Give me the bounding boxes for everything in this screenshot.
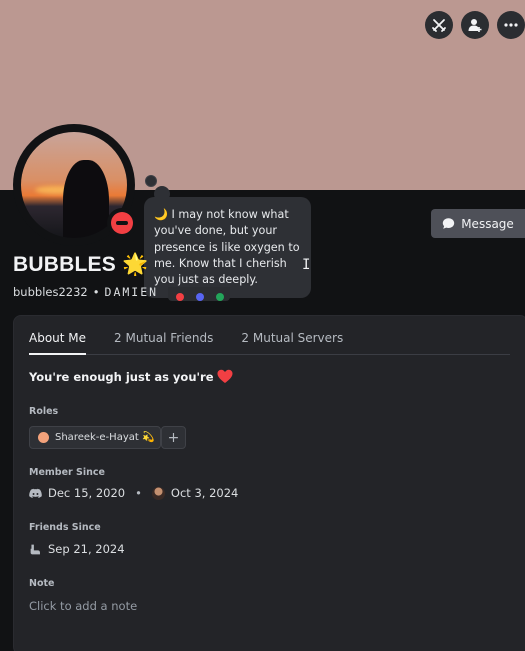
username[interactable]: bubbles2232 <box>13 285 88 299</box>
profile-tabs: About Me 2 Mutual Friends 2 Mutual Serve… <box>29 316 510 355</box>
role-pill[interactable]: Shareek-e-Hayat 💫 <box>29 426 162 449</box>
tab-mutual-servers[interactable]: 2 Mutual Servers <box>241 316 343 354</box>
tab-mutual-friends[interactable]: 2 Mutual Friends <box>114 316 213 354</box>
note-heading: Note <box>29 578 55 589</box>
display-name: BUBBLES 🌟 <box>13 253 149 276</box>
member-since-separator: • <box>135 486 142 500</box>
friends-since-heading: Friends Since <box>29 522 101 533</box>
member-since-heading: Member Since <box>29 467 105 478</box>
custom-status-bubble: 🌙 I may not know what you've done, but y… <box>144 197 311 298</box>
member-since-row: Dec 15, 2020 • Oct 3, 2024 <box>29 486 238 500</box>
avatar[interactable] <box>13 124 137 246</box>
do-not-disturb-icon <box>107 208 137 238</box>
username-separator: • <box>92 285 100 299</box>
person-add-icon[interactable] <box>461 11 489 39</box>
note-input[interactable]: Click to add a note <box>29 599 137 613</box>
custom-status-text: I may not know what you've done, but you… <box>154 208 300 287</box>
user-profile-panel: 🌙 I may not know what you've done, but y… <box>0 0 525 651</box>
about-me-text: You're enough just as you're <box>29 369 233 384</box>
friends-wave-icon <box>30 544 40 554</box>
heart-icon <box>217 369 233 383</box>
text-cursor-icon: I <box>302 257 311 273</box>
server-member-date: Oct 3, 2024 <box>170 486 239 500</box>
role-color-dot <box>38 432 49 443</box>
username-row: bubbles2232 • DAMIEN <box>13 285 158 299</box>
discord-logo-icon <box>29 488 42 498</box>
message-button-label: Message <box>461 216 514 231</box>
friends-since-row: Sep 21, 2024 <box>29 542 125 556</box>
pronouns: DAMIEN <box>104 285 159 299</box>
about-me-body: You're enough just as you're <box>29 369 214 384</box>
server-icon <box>151 486 165 500</box>
badge-green[interactable] <box>216 293 224 301</box>
friends-since-date: Sep 21, 2024 <box>48 542 125 556</box>
profile-badges[interactable] <box>168 287 230 301</box>
moon-icon: 🌙 <box>154 208 168 221</box>
plus-icon[interactable]: + <box>161 426 186 449</box>
more-options-icon[interactable] <box>497 11 525 39</box>
discord-member-date: Dec 15, 2020 <box>48 486 126 500</box>
profile-info-card: About Me 2 Mutual Friends 2 Mutual Serve… <box>13 315 525 651</box>
badge-blue[interactable] <box>196 293 204 301</box>
roles-heading: Roles <box>29 406 59 417</box>
chat-bubble-icon <box>443 218 455 229</box>
message-button[interactable]: Message <box>431 209 525 238</box>
tab-about-me[interactable]: About Me <box>29 316 87 355</box>
crossed-swords-icon[interactable] <box>425 11 453 39</box>
badge-red[interactable] <box>176 293 184 301</box>
avatar-silhouette <box>63 160 109 238</box>
top-actions <box>425 11 525 39</box>
status-bubble-tail-small <box>145 175 157 187</box>
role-name: Shareek-e-Hayat 💫 <box>55 432 155 443</box>
